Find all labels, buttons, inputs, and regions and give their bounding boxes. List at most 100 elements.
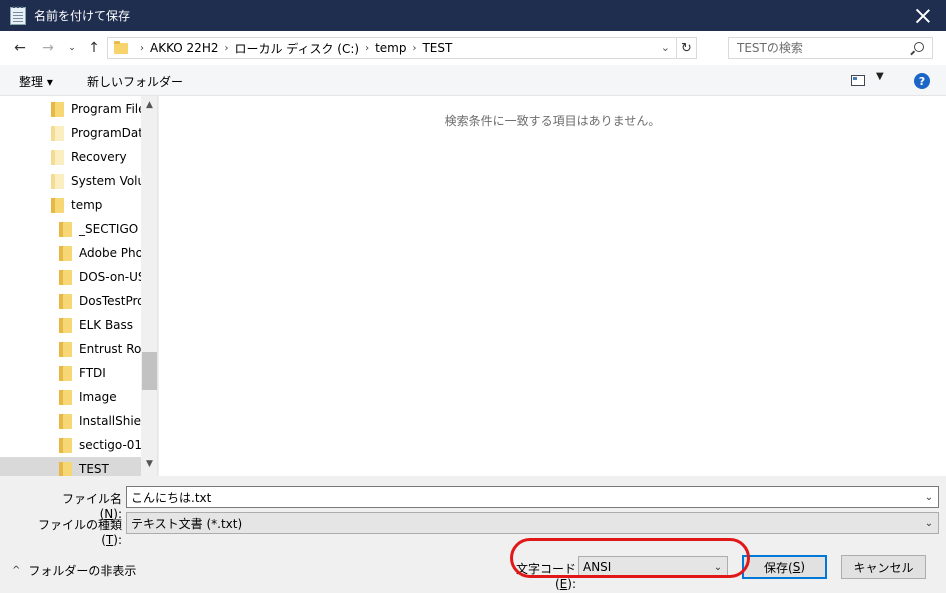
tree-item-label: ELK Bass <box>79 318 134 332</box>
tree-item-label: Program Files <box>71 102 141 116</box>
chevron-down-icon[interactable]: ⌄ <box>709 562 727 573</box>
view-dropdown-chevron-icon[interactable]: ▼ <box>876 71 884 82</box>
breadcrumb-separator[interactable]: › <box>365 43 369 54</box>
chevron-up-icon: ^ <box>12 565 21 576</box>
tree-item[interactable]: DOS-on-US <box>0 265 141 289</box>
tree-item-label: TEST <box>79 462 109 476</box>
breadcrumb-temp[interactable]: temp <box>375 41 406 55</box>
tree-item[interactable]: Program Files <box>0 97 141 121</box>
tree-item[interactable]: ELK Bass <box>0 313 141 337</box>
tree-scrollbar[interactable]: ▲ ▼ <box>141 96 157 476</box>
search-input[interactable] <box>729 38 899 58</box>
breadcrumb-akko[interactable]: AKKO 22H2 <box>150 41 218 55</box>
folder-icon <box>59 389 72 405</box>
save-form: ファイル名(N): こんにちは.txt ⌄ ファイルの種類(T): テキスト文書… <box>0 476 946 593</box>
folder-icon <box>51 197 64 213</box>
file-list-pane[interactable]: 検索条件に一致する項目はありません。 <box>159 96 946 476</box>
folder-icon <box>51 125 64 141</box>
tree-item[interactable]: TEST <box>0 457 141 476</box>
folder-icon <box>59 461 72 476</box>
filename-field[interactable]: こんにちは.txt ⌄ <box>126 486 939 508</box>
tree-item-label: Image <box>79 390 117 404</box>
tree-item[interactable]: DosTestProg <box>0 289 141 313</box>
tree-item[interactable]: InstallShield <box>0 409 141 433</box>
breadcrumb-separator[interactable]: › <box>140 43 144 54</box>
tree-item-label: InstallShield <box>79 414 141 428</box>
notepad-icon <box>10 5 26 25</box>
search-icon[interactable] <box>914 42 924 52</box>
tree-item[interactable]: temp <box>0 193 141 217</box>
tree-item-label: DOS-on-US <box>79 270 141 284</box>
tree-item[interactable]: System Volume <box>0 169 141 193</box>
encoding-label: 文字コード(E): <box>515 562 576 591</box>
encoding-value[interactable]: ANSI <box>579 560 709 574</box>
tree-item[interactable]: Entrust Root <box>0 337 141 361</box>
breadcrumb-separator[interactable]: › <box>224 43 228 54</box>
folder-icon <box>59 365 72 381</box>
breadcrumb-separator[interactable]: › <box>412 43 416 54</box>
back-arrow-icon[interactable]: ← <box>12 39 28 57</box>
tree-item-label: Adobe Photo <box>79 246 141 260</box>
view-options-icon[interactable] <box>851 75 865 86</box>
hide-folders-button[interactable]: ^ フォルダーの非表示 <box>12 562 136 579</box>
filetype-label: ファイルの種類(T): <box>37 518 122 547</box>
navigation-tree: Program Files ProgramData Recovery System V… <box>0 96 158 476</box>
folder-icon <box>59 317 72 333</box>
address-dropdown-chevron-icon[interactable]: ⌄ <box>661 41 670 54</box>
new-folder-button[interactable]: 新しいフォルダー <box>87 73 183 90</box>
refresh-icon[interactable]: ↻ <box>676 38 696 58</box>
title-bar: 名前を付けて保存 <box>0 0 946 31</box>
navigation-bar: ← → ⌄ ↑ › AKKO 22H2 › ローカル ディスク (C:) › t… <box>0 31 946 65</box>
filetype-value[interactable]: テキスト文書 (*.txt) <box>127 515 920 532</box>
cancel-button[interactable]: キャンセル <box>841 555 926 579</box>
close-button[interactable] <box>900 0 946 31</box>
organize-button[interactable]: 整理 ▾ <box>19 73 53 90</box>
tree-item[interactable]: Image <box>0 385 141 409</box>
chevron-down-icon[interactable]: ⌄ <box>920 518 938 529</box>
scroll-up-arrow-icon[interactable]: ▲ <box>141 96 157 113</box>
help-icon[interactable]: ? <box>914 73 930 89</box>
up-arrow-icon[interactable]: ↑ <box>86 39 102 57</box>
search-box[interactable] <box>728 37 933 59</box>
tree-item[interactable]: ProgramData <box>0 121 141 145</box>
chevron-down-icon[interactable]: ⌄ <box>920 492 938 503</box>
tree-item[interactable]: Recovery <box>0 145 141 169</box>
scroll-down-arrow-icon[interactable]: ▼ <box>141 455 157 472</box>
filetype-select[interactable]: テキスト文書 (*.txt) ⌄ <box>126 512 939 534</box>
save-button[interactable]: 保存(S) <box>742 555 827 579</box>
folder-icon <box>59 221 72 237</box>
breadcrumb-test[interactable]: TEST <box>422 41 452 55</box>
folder-icon <box>51 149 64 165</box>
tree-item[interactable]: FTDI <box>0 361 141 385</box>
folder-icon <box>59 245 72 261</box>
filename-value[interactable]: こんにちは.txt <box>127 489 920 506</box>
command-bar: 整理 ▾ 新しいフォルダー ▼ ? <box>0 65 946 96</box>
tree-item-label: System Volume <box>71 174 141 188</box>
forward-arrow-icon[interactable]: → <box>40 39 56 57</box>
window-title: 名前を付けて保存 <box>34 9 131 23</box>
folder-icon <box>114 40 128 54</box>
close-icon <box>916 9 930 23</box>
address-bar[interactable]: › AKKO 22H2 › ローカル ディスク (C:) › temp › TE… <box>107 37 697 59</box>
tree-item-label: DosTestProg <box>79 294 141 308</box>
hide-folders-label: フォルダーの非表示 <box>28 564 137 578</box>
tree-item-label: FTDI <box>79 366 106 380</box>
folder-icon <box>59 437 72 453</box>
recent-locations-chevron-icon[interactable]: ⌄ <box>66 39 78 57</box>
tree-item-label: Recovery <box>71 150 127 164</box>
tree-item-label: sectigo-0114 <box>79 438 141 452</box>
tree-item[interactable]: sectigo-0114 <box>0 433 141 457</box>
folder-icon <box>59 293 72 309</box>
folder-icon <box>59 341 72 357</box>
folder-icon <box>51 101 64 117</box>
folder-icon <box>59 413 72 429</box>
breadcrumb-local-disk[interactable]: ローカル ディスク (C:) <box>234 40 359 57</box>
folder-icon <box>51 173 64 189</box>
scroll-thumb[interactable] <box>142 352 157 390</box>
tree-item-label: ProgramData <box>71 126 141 140</box>
tree-item[interactable]: _SECTIGO <box>0 217 141 241</box>
tree-item[interactable]: Adobe Photo <box>0 241 141 265</box>
folder-icon <box>59 269 72 285</box>
encoding-select[interactable]: ANSI ⌄ <box>578 556 728 578</box>
tree-item-label: Entrust Root <box>79 342 141 356</box>
